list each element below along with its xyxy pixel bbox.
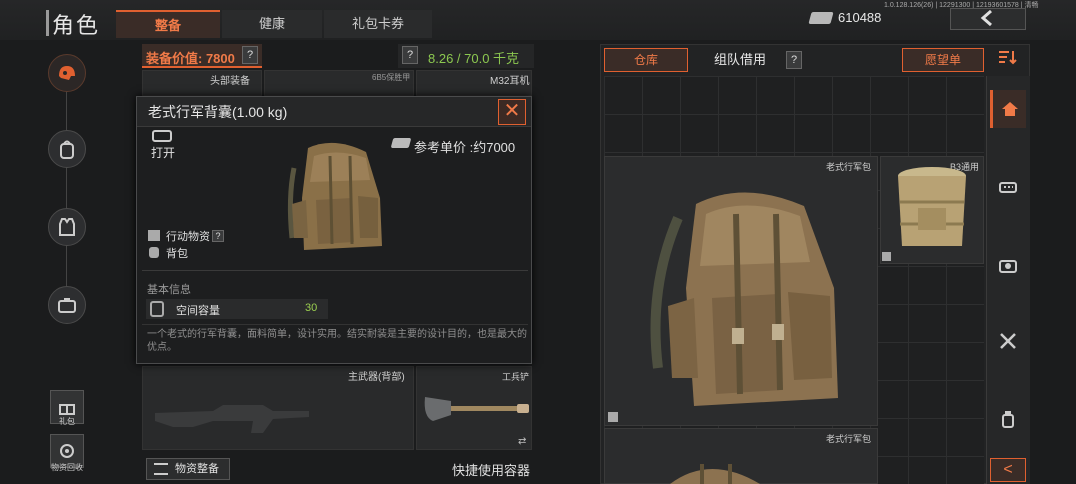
backpack-small-icon bbox=[149, 247, 159, 258]
backpack-image bbox=[670, 464, 760, 484]
armor-slot-label: 6B5保胜甲 bbox=[372, 73, 411, 82]
item-description: 一个老式的行军背囊，面料简单，设计实用。结实耐装是主要的设计目的，也是最大的优点… bbox=[147, 329, 527, 353]
title-accent-line bbox=[46, 10, 49, 36]
tag-backpack: 背包 bbox=[166, 248, 188, 260]
cube-icon bbox=[882, 252, 891, 261]
collapse-button[interactable]: < bbox=[990, 458, 1026, 482]
shovel-image bbox=[424, 397, 529, 421]
rail-supply-button[interactable] bbox=[48, 286, 86, 324]
tab-team-borrow[interactable]: 组队借用 bbox=[692, 48, 788, 72]
headset-slot-label: M32耳机 bbox=[490, 76, 530, 87]
divider bbox=[142, 270, 528, 271]
chevron-left-icon bbox=[980, 9, 992, 27]
storage-item-label: 老式行军包 bbox=[826, 434, 872, 444]
rail-backpack-button[interactable] bbox=[48, 130, 86, 168]
swap-icon[interactable]: ⇄ bbox=[518, 436, 526, 447]
home-icon bbox=[1001, 102, 1018, 116]
rail-vest-button[interactable] bbox=[48, 208, 86, 246]
capacity-row bbox=[146, 299, 328, 319]
close-button[interactable]: ✕ bbox=[498, 99, 526, 125]
tag-action-supply: 行动物资 bbox=[166, 231, 210, 243]
weight-help-button[interactable]: ? bbox=[402, 46, 418, 64]
equipment-value: 装备价值: 7800 bbox=[146, 51, 235, 66]
weight-readout: 8.26 / 70.0 千克 bbox=[428, 51, 520, 66]
backpack-image bbox=[650, 192, 838, 406]
team-help-button[interactable]: ? bbox=[786, 51, 802, 69]
tab-gift-cards[interactable]: 礼包卡券 bbox=[324, 10, 432, 38]
ammo-icon bbox=[999, 182, 1017, 193]
chevron-left-icon: < bbox=[1003, 461, 1013, 478]
quick-use-container[interactable]: 快捷使用容器 bbox=[452, 460, 530, 479]
storage-item-label: 老式行军包 bbox=[826, 162, 872, 172]
capacity-icon bbox=[150, 301, 164, 317]
primary-weapon-label: 主武器(背部) bbox=[348, 372, 405, 383]
back-button[interactable] bbox=[950, 8, 1026, 30]
category-tools[interactable] bbox=[990, 322, 1026, 360]
reference-price: 参考单价 :约7000 bbox=[414, 140, 516, 155]
tab-health[interactable]: 健康 bbox=[222, 10, 322, 38]
category-ammo[interactable] bbox=[990, 168, 1026, 206]
tab-warehouse[interactable]: 仓库 bbox=[604, 48, 688, 72]
money-icon bbox=[808, 12, 834, 24]
value-help-button[interactable]: ? bbox=[242, 46, 258, 64]
duffel-bag-image bbox=[898, 167, 966, 246]
open-action[interactable]: 打开 bbox=[151, 144, 175, 161]
category-camera[interactable] bbox=[990, 246, 1026, 284]
divider bbox=[142, 324, 528, 325]
sort-icon[interactable] bbox=[996, 49, 1018, 69]
gift-icon bbox=[59, 404, 75, 415]
vest-icon bbox=[59, 218, 75, 236]
category-medicine[interactable] bbox=[990, 400, 1026, 438]
backpack-image bbox=[287, 142, 382, 250]
page-title: 角色 bbox=[52, 13, 101, 38]
recycle-label: 物资回收 bbox=[51, 463, 83, 472]
category-home[interactable] bbox=[990, 90, 1026, 128]
capacity-value: 30 bbox=[305, 302, 318, 314]
cube-icon bbox=[148, 230, 160, 241]
popup-title: 老式行军背囊(1.00 kg) bbox=[148, 104, 288, 120]
rail-helmet-button[interactable] bbox=[48, 54, 86, 92]
cube-icon bbox=[608, 412, 618, 422]
helmet-icon bbox=[59, 66, 75, 80]
head-slot-label: 头部装备 bbox=[210, 76, 250, 87]
close-icon: ✕ bbox=[503, 100, 521, 122]
tab-wishlist[interactable]: 愿望单 bbox=[902, 48, 984, 72]
rifle-silhouette bbox=[155, 405, 309, 433]
tag-help-button[interactable]: ? bbox=[212, 230, 224, 242]
recycle-icon bbox=[60, 444, 74, 458]
capacity-label: 空间容量 bbox=[176, 305, 220, 317]
organize-icon bbox=[154, 463, 168, 475]
shovel-slot-label: 工兵铲 bbox=[502, 372, 530, 382]
tab-equip[interactable]: 整备 bbox=[116, 10, 220, 38]
gift-label: 礼包 bbox=[59, 417, 75, 426]
money-value: 610488 bbox=[838, 10, 882, 25]
backpack-icon bbox=[60, 140, 74, 159]
basic-info-heading: 基本信息 bbox=[147, 284, 191, 296]
medicine-icon bbox=[1002, 411, 1014, 428]
rail-line bbox=[66, 80, 67, 320]
supply-box-icon bbox=[58, 298, 76, 313]
open-icon[interactable] bbox=[152, 130, 172, 142]
camera-icon bbox=[999, 260, 1017, 273]
tools-icon bbox=[1000, 333, 1016, 349]
